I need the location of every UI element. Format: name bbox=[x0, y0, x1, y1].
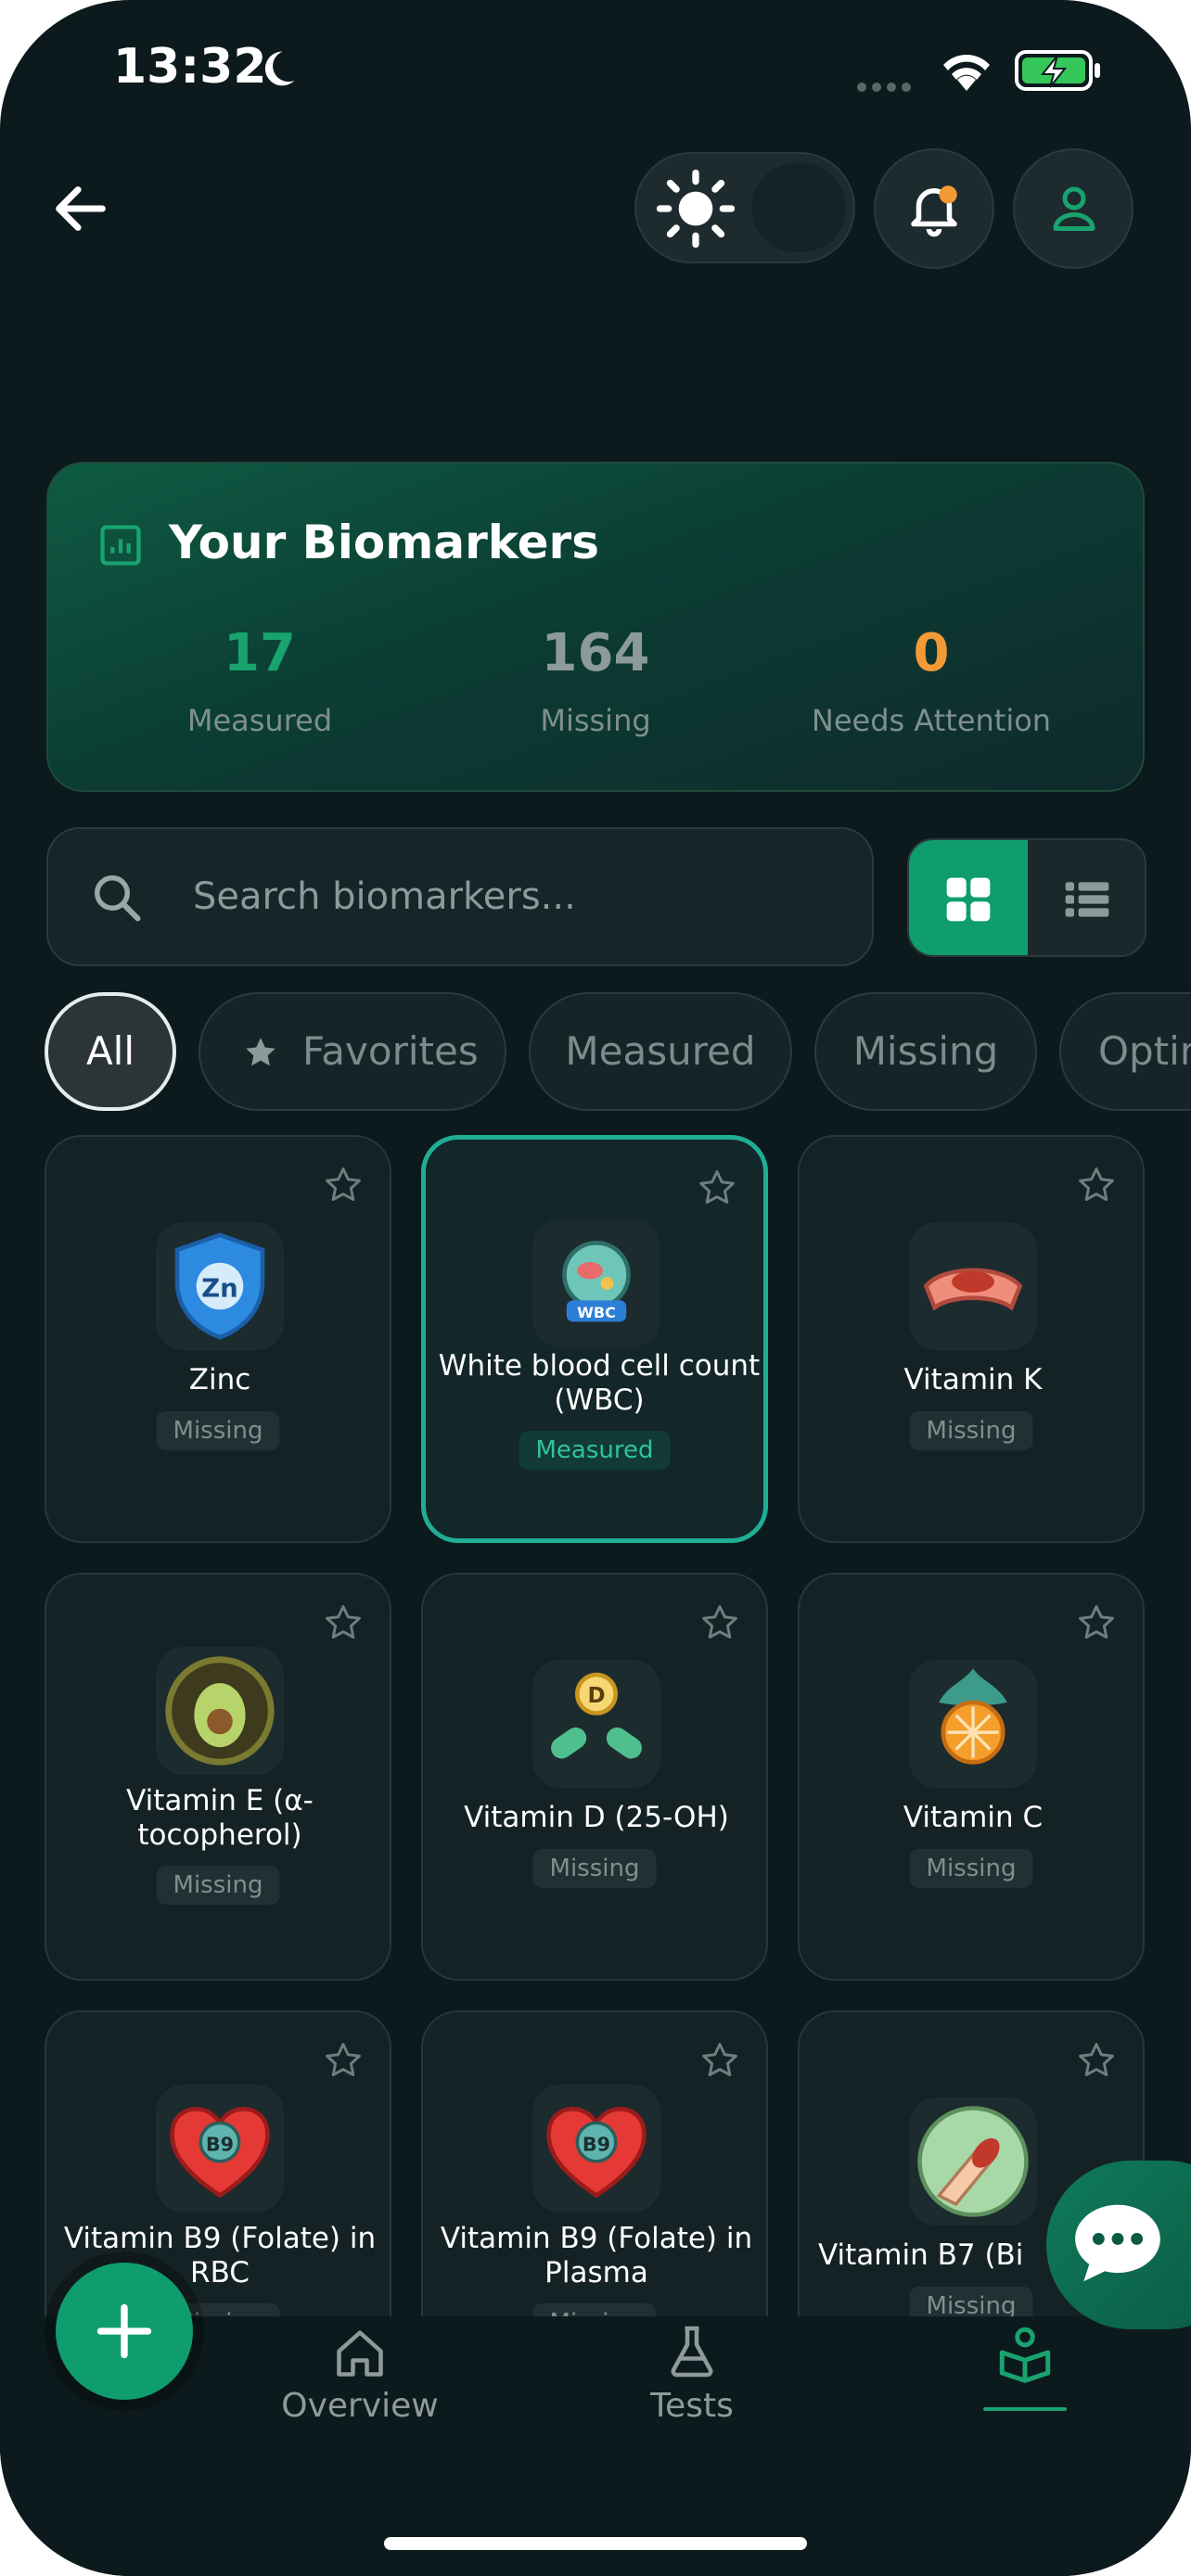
filter-chip-measured[interactable]: Measured bbox=[529, 992, 792, 1111]
svg-text:WBC: WBC bbox=[577, 1304, 616, 1321]
chart-icon bbox=[100, 525, 141, 566]
biomarker-name: White blood cell count (WBC) bbox=[438, 1349, 761, 1417]
active-tab-indicator bbox=[983, 2407, 1067, 2411]
theme-toggle[interactable] bbox=[634, 152, 855, 263]
biomarker-name: Zinc bbox=[188, 1363, 251, 1396]
filter-chip-missing[interactable]: Missing bbox=[814, 992, 1037, 1111]
status-badge: Missing bbox=[532, 1849, 657, 1888]
svg-text:D: D bbox=[587, 1684, 605, 1708]
favorite-star-icon[interactable] bbox=[699, 1602, 740, 1643]
filter-chip-favorites[interactable]: Favorites bbox=[198, 992, 506, 1111]
app-screen: 13:32 Your Biomarkers 17 Measured 164 Mi… bbox=[0, 0, 1191, 2576]
star-icon bbox=[246, 1038, 275, 1066]
moon-icon bbox=[264, 51, 295, 86]
svg-text:B9: B9 bbox=[206, 2133, 234, 2155]
favorite-star-icon[interactable] bbox=[697, 1167, 737, 1208]
flask-icon bbox=[671, 2326, 713, 2378]
nav-biomarkers[interactable] bbox=[965, 2318, 1085, 2420]
book-user-icon bbox=[999, 2327, 1051, 2383]
needs-attention-count: 0 bbox=[913, 623, 950, 683]
view-mode-toggle bbox=[907, 838, 1146, 957]
wifi-icon bbox=[943, 55, 990, 91]
favorite-star-icon[interactable] bbox=[1076, 1165, 1117, 1205]
needs-attention-label: Needs Attention bbox=[811, 703, 1052, 738]
filter-chip-optimal[interactable]: Optin bbox=[1059, 992, 1191, 1111]
favorite-star-icon[interactable] bbox=[1076, 1602, 1117, 1643]
status-badge: Missing bbox=[909, 1411, 1033, 1450]
favorite-star-icon[interactable] bbox=[323, 1602, 364, 1643]
toggle-track-dark bbox=[751, 163, 846, 252]
svg-text:B9: B9 bbox=[583, 2133, 610, 2155]
filter-chip-all[interactable]: All bbox=[45, 992, 176, 1111]
biomarker-name: Vitamin B9 (Folate) in Plasma bbox=[440, 2222, 753, 2289]
missing-count: 164 bbox=[541, 623, 650, 683]
biomarker-name: Vitamin E (α-tocopherol) bbox=[126, 1784, 314, 1852]
biomarker-card-vitamin-k[interactable]: Vitamin K Missing bbox=[798, 1135, 1145, 1543]
sun-capsule-icon: D bbox=[532, 1660, 660, 1788]
avocado-icon bbox=[156, 1647, 284, 1775]
home-icon bbox=[337, 2330, 383, 2377]
notifications-button[interactable] bbox=[874, 148, 994, 269]
biomarker-card-zinc[interactable]: Zn Zinc Missing bbox=[45, 1135, 391, 1543]
nav-overview[interactable]: Overview bbox=[239, 2318, 480, 2429]
svg-text:Zn: Zn bbox=[201, 1273, 238, 1304]
missing-label: Missing bbox=[540, 703, 651, 738]
status-badge: Missing bbox=[156, 1866, 280, 1905]
favorite-star-icon[interactable] bbox=[323, 1165, 364, 1205]
search-icon bbox=[95, 875, 141, 922]
user-icon bbox=[1053, 186, 1095, 231]
nav-tests[interactable]: Tests bbox=[571, 2318, 813, 2429]
orange-slice-icon bbox=[909, 1660, 1037, 1788]
battery-charging-icon bbox=[1015, 50, 1100, 91]
status-time: 13:32 bbox=[113, 39, 267, 95]
nav-overview-label: Overview bbox=[281, 2387, 439, 2425]
status-badge: Missing bbox=[156, 1411, 280, 1450]
biomarker-card-vitamin-e[interactable]: Vitamin E (α-tocopherol) Missing bbox=[45, 1573, 391, 1981]
search-placeholder: Search biomarkers... bbox=[193, 875, 576, 918]
favorite-star-icon[interactable] bbox=[1076, 2040, 1117, 2081]
list-view-button[interactable] bbox=[1028, 840, 1145, 955]
biomarker-name: Vitamin K bbox=[903, 1363, 1043, 1396]
favorite-star-icon[interactable] bbox=[323, 2040, 364, 2081]
chat-bubble-icon bbox=[1075, 2204, 1160, 2282]
biomarker-name: Vitamin D (25-OH) bbox=[464, 1801, 729, 1834]
list-icon bbox=[1065, 882, 1109, 917]
search-input[interactable]: Search biomarkers... bbox=[46, 827, 874, 966]
biomarker-card-wbc[interactable]: WBC White blood cell count (WBC) Measure… bbox=[421, 1135, 768, 1543]
cellular-signal-icon bbox=[857, 78, 916, 96]
nav-tests-label: Tests bbox=[650, 2387, 734, 2425]
measured-label: Measured bbox=[186, 703, 333, 738]
grid-icon bbox=[946, 877, 991, 922]
biomarker-name: Vitamin C bbox=[903, 1801, 1044, 1834]
add-button[interactable] bbox=[56, 2263, 193, 2400]
nail-icon bbox=[909, 2098, 1037, 2225]
plus-icon bbox=[96, 2303, 152, 2359]
home-indicator bbox=[384, 2537, 807, 2550]
zinc-shield-icon: Zn bbox=[156, 1222, 284, 1350]
summary-title: Your Biomarkers bbox=[169, 516, 599, 569]
back-arrow-icon[interactable] bbox=[48, 176, 113, 241]
heart-b9-icon: B9 bbox=[156, 2085, 284, 2213]
bell-icon bbox=[911, 185, 957, 237]
status-badge: Measured bbox=[519, 1431, 671, 1470]
favorite-star-icon[interactable] bbox=[699, 2040, 740, 2081]
profile-button[interactable] bbox=[1013, 148, 1133, 269]
wbc-cell-icon: WBC bbox=[532, 1219, 660, 1347]
biomarker-card-vitamin-d[interactable]: D Vitamin D (25-OH) Missing bbox=[421, 1573, 768, 1981]
measured-count: 17 bbox=[224, 623, 296, 683]
sun-icon bbox=[656, 169, 736, 249]
heart-b9-icon: B9 bbox=[532, 2085, 660, 2213]
status-badge: Missing bbox=[909, 1849, 1033, 1888]
vitamin-k-icon bbox=[909, 1222, 1037, 1350]
biomarker-card-vitamin-c[interactable]: Vitamin C Missing bbox=[798, 1573, 1145, 1981]
filter-chip-favorites-label: Favorites bbox=[302, 1028, 479, 1074]
grid-view-button[interactable] bbox=[909, 840, 1028, 955]
